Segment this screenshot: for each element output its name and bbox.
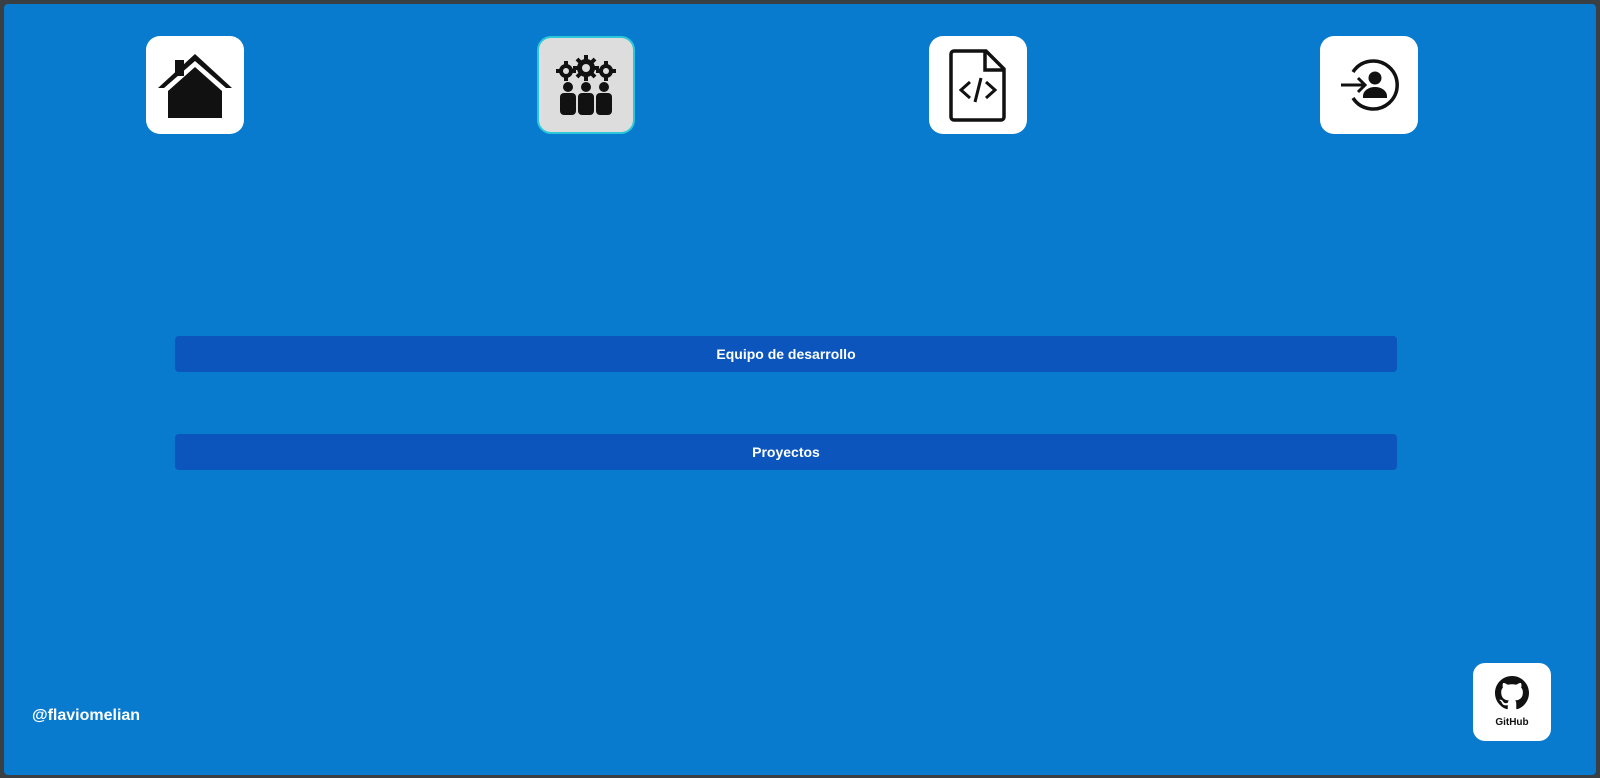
team-gears-icon xyxy=(554,54,618,116)
github-icon xyxy=(1495,676,1529,715)
github-button[interactable]: GitHub xyxy=(1473,663,1551,741)
login-icon xyxy=(1339,58,1399,112)
author-handle[interactable]: @flaviomelian xyxy=(32,707,140,725)
github-label: GitHub xyxy=(1495,717,1529,728)
projects-button[interactable]: Proyectos xyxy=(175,434,1397,470)
nav-code-button[interactable] xyxy=(929,36,1027,134)
nav-team-button[interactable] xyxy=(537,36,635,134)
app-frame: Equipo de desarrollo Proyectos @flaviome… xyxy=(4,4,1596,775)
code-file-icon xyxy=(948,48,1008,122)
nav-home-button[interactable] xyxy=(146,36,244,134)
team-button[interactable]: Equipo de desarrollo xyxy=(175,336,1397,372)
home-icon xyxy=(156,50,234,120)
nav-login-button[interactable] xyxy=(1320,36,1418,134)
